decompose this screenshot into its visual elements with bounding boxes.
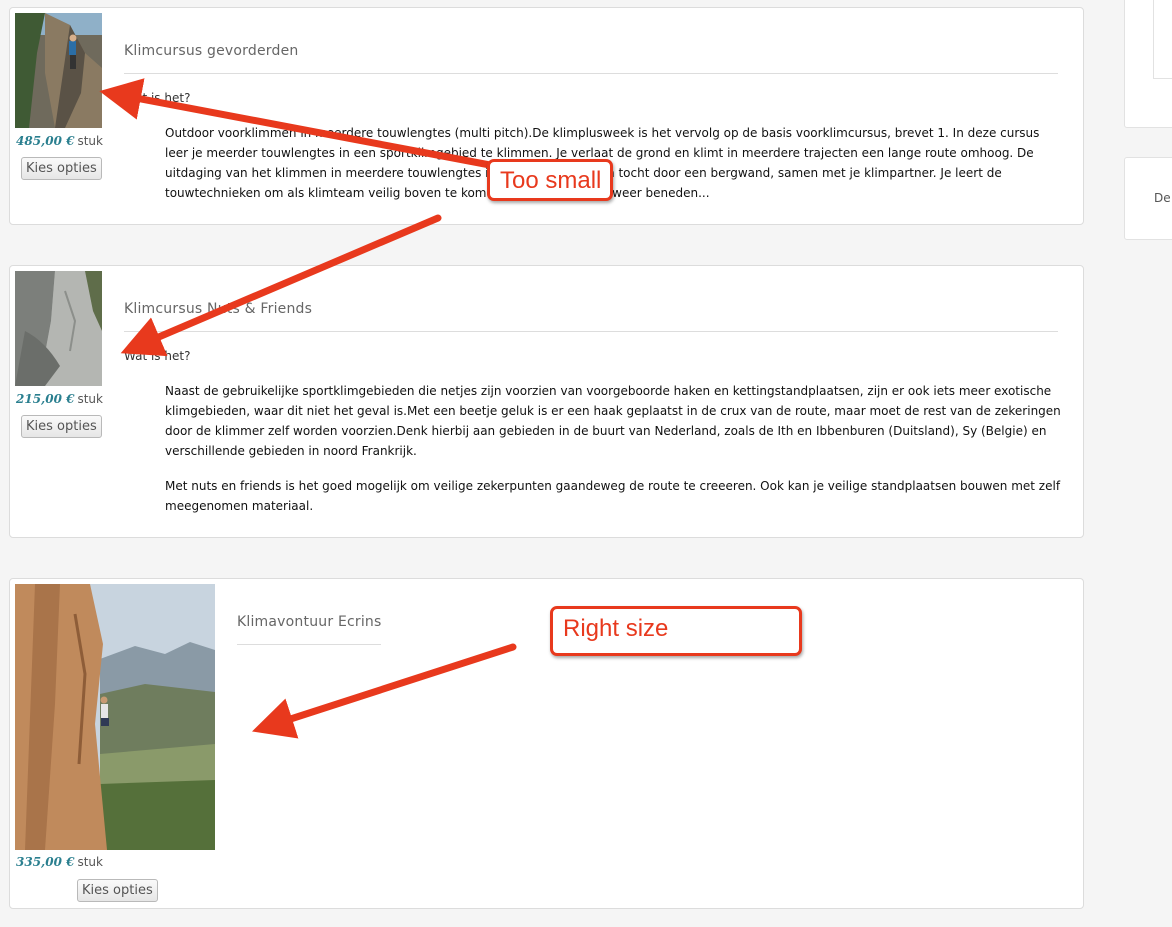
price-unit: stuk <box>77 134 103 148</box>
product-price: 215,00 € stuk <box>16 392 103 406</box>
product-thumbnail[interactable] <box>15 584 215 850</box>
sidebar-widget-top <box>1124 0 1172 128</box>
choose-options-button[interactable]: Kies opties <box>21 415 102 438</box>
product-description: Met nuts en friends is het goed mogelijk… <box>165 479 1061 513</box>
annotation-callout-right-size: Right size <box>550 606 802 656</box>
product-price: 335,00 € stuk <box>16 855 103 869</box>
price-value: 485,00 € <box>16 134 75 148</box>
product-description: Outdoor voorklimmen in meerdere touwleng… <box>165 126 1040 200</box>
product-title[interactable]: Klimcursus Nuts & Friends <box>124 301 1058 332</box>
product-thumbnail[interactable] <box>15 271 102 386</box>
choose-options-button[interactable]: Kies opties <box>21 157 102 180</box>
sidebar-inner-frame <box>1153 0 1172 79</box>
callout-text: Right size <box>563 615 669 642</box>
price-unit: stuk <box>77 392 103 406</box>
product-price: 485,00 € stuk <box>16 134 103 148</box>
callout-text: Too small <box>500 167 602 194</box>
product-description: Naast de gebruikelijke sportklimgebieden… <box>165 384 1061 458</box>
price-value: 215,00 € <box>16 392 75 406</box>
climber-photo-2 <box>15 271 102 386</box>
climber-photo-1 <box>15 13 102 128</box>
sidebar-widget: De <box>1124 157 1172 240</box>
section-heading: Wat is het? <box>124 349 191 363</box>
section-heading: Wat is het? <box>124 91 191 105</box>
annotation-callout-too-small: Too small <box>487 159 613 201</box>
price-unit: stuk <box>77 855 103 869</box>
product-card: 215,00 € stuk Kies opties Klimcursus Nuts… <box>9 265 1084 538</box>
sidebar-snippet: De <box>1154 191 1171 205</box>
climber-photo-3 <box>15 584 215 850</box>
choose-options-button[interactable]: Kies opties <box>77 879 158 902</box>
product-title[interactable]: Klimcursus gevorderden <box>124 43 1058 74</box>
product-thumbnail[interactable] <box>15 13 102 128</box>
product-card: 335,00 € stuk Kies opties Klimavontuur Ec… <box>9 578 1084 909</box>
product-title[interactable]: Klimavontuur Ecrins <box>237 614 381 645</box>
price-value: 335,00 € <box>16 855 75 869</box>
